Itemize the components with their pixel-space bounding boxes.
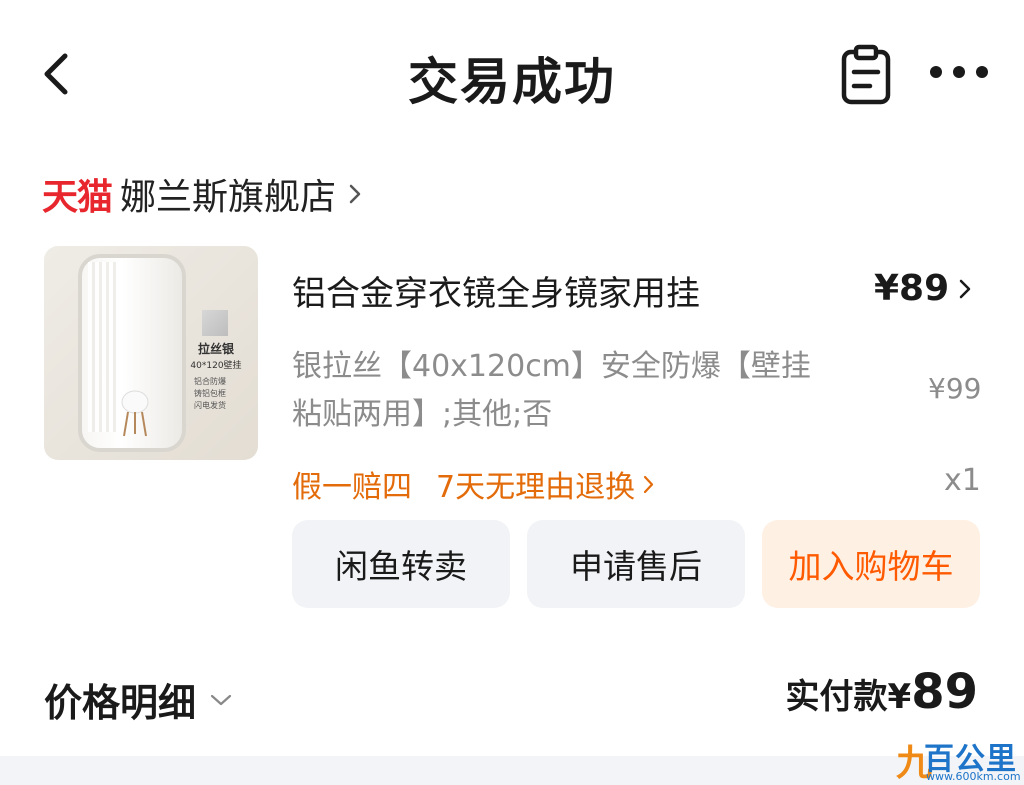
product-image[interactable]: 拉丝银 40*120壁挂 铝合防爆 铸铝包框 闪电发货 <box>44 246 258 460</box>
store-name: 娜兰斯旗舰店 <box>120 177 337 218</box>
tmall-logo: 天猫 <box>42 177 113 218</box>
product-title[interactable]: 铝合金穿衣镜全身镜家用挂 <box>292 266 700 315</box>
more-dots-icon <box>930 66 942 78</box>
image-feature: 铸铝包框 <box>194 389 226 398</box>
original-price: ¥99 <box>928 372 982 405</box>
clipboard-icon <box>841 44 891 105</box>
image-feature: 闪电发货 <box>194 401 226 410</box>
image-feature: 铝合防爆 <box>194 377 226 386</box>
chevron-down-icon <box>210 694 232 705</box>
price-detail-toggle[interactable]: 价格明细 <box>44 672 232 727</box>
chevron-right-icon <box>643 475 654 493</box>
paid-amount-row: 实付款¥ 89 <box>786 664 978 720</box>
image-variant-size: 40*120壁挂 <box>190 361 242 371</box>
color-swatch <box>202 310 228 336</box>
product-price: ¥89 <box>874 268 950 309</box>
watermark-url: www.600km.com <box>926 770 1021 783</box>
order-details-button[interactable] <box>836 44 896 106</box>
more-dot <box>953 66 965 78</box>
resell-button[interactable]: 闲鱼转卖 <box>292 520 510 608</box>
after-sale-button[interactable]: 申请售后 <box>527 520 745 608</box>
paid-label: 实付款¥ <box>785 677 912 717</box>
chair-graphic <box>121 390 149 437</box>
product-spec: 银拉丝【40x120cm】安全防爆【壁挂粘贴两用】;其他;否 <box>292 349 811 432</box>
guarantee-fake-compensation: 假一赔四 <box>292 470 412 505</box>
more-dot <box>976 66 988 78</box>
add-to-cart-button[interactable]: 加入购物车 <box>762 520 980 608</box>
watermark-logo: 九 百公里 www.600km.com <box>896 734 1022 784</box>
guarantee-return: 7天无理由退换 <box>436 470 636 505</box>
quantity: x1 <box>944 463 981 498</box>
chevron-right-icon <box>959 279 971 298</box>
service-guarantee-link[interactable]: 假一赔四 7天无理由退换 <box>292 462 654 506</box>
store-link[interactable]: 天猫 娜兰斯旗舰店 <box>42 166 362 222</box>
section-divider <box>0 756 1024 785</box>
price-detail-label: 价格明细 <box>44 681 197 725</box>
curtain-graphic <box>88 262 120 432</box>
header-bar: 交易成功 <box>0 0 1024 150</box>
product-price-link[interactable]: ¥89 <box>874 268 971 309</box>
paid-amount: 89 <box>911 664 978 720</box>
chevron-right-icon <box>349 184 361 204</box>
more-options-button[interactable] <box>924 52 994 92</box>
image-variant-title: 拉丝银 <box>197 342 234 356</box>
